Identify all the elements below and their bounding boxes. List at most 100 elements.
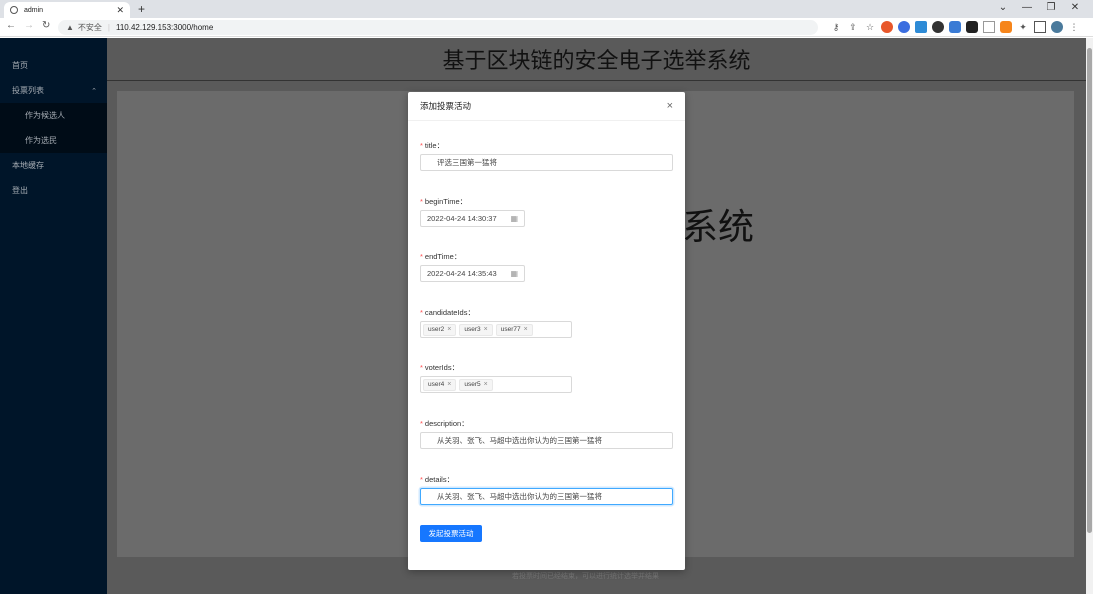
puzzle-icon[interactable]: ✦ <box>1017 21 1029 33</box>
globe-icon <box>10 6 18 14</box>
star-icon[interactable]: ☆ <box>864 21 876 33</box>
sidebar-item-label: 登出 <box>12 186 28 195</box>
sidebar: 首页 投票列表 ⌃ 作为候选人 作为选民 本地缓存 登出 <box>0 38 107 594</box>
sidebar-item-vote-list[interactable]: 投票列表 ⌃ <box>0 78 107 103</box>
required-mark: * <box>420 475 423 484</box>
end-time-picker[interactable]: 2022-04-24 14:35:43 ▦ <box>420 265 525 282</box>
label-suffix: ： <box>451 363 460 372</box>
tab-search-icon[interactable]: ⌄ <box>991 2 1015 13</box>
submit-vote-button[interactable]: 发起投票活动 <box>420 525 482 542</box>
sidepanel-icon[interactable] <box>1034 21 1046 33</box>
description-label: description <box>424 419 462 428</box>
address-bar[interactable]: ▲ 不安全 | 110.42.129.153:3000/home <box>58 20 818 35</box>
background-footer: 若投票时间已经结束，可以进行统计选举并结果 <box>512 573 659 580</box>
sidebar-item-local-cache[interactable]: 本地缓存 <box>0 153 107 178</box>
modal-title: 添加投票活动 <box>420 101 472 111</box>
title-input[interactable]: 评选三国第一猛将 <box>420 154 673 171</box>
details-field: * details： 从关羽、张飞、马超中选出你认为的三国第一猛将 <box>420 474 673 505</box>
end-time-label: endTime <box>424 252 454 261</box>
tab-close-icon[interactable]: ✕ <box>116 5 124 16</box>
browser-tabbar: admin ✕ + ⌄ — ❐ ✕ <box>0 0 1093 18</box>
description-input[interactable]: 从关羽、张飞、马超中选出你认为的三国第一猛将 <box>420 432 673 449</box>
tag-close-icon[interactable]: × <box>447 381 451 388</box>
share-icon[interactable]: ⇪ <box>847 21 859 33</box>
tag-close-icon[interactable]: × <box>484 381 488 388</box>
extension-doc-icon[interactable] <box>983 21 995 33</box>
extensions-bar: ⚷ ⇪ ☆ ✦ ⋮ <box>830 21 1080 33</box>
tab-title: admin <box>24 6 44 14</box>
url-text: 110.42.129.153:3000/home <box>116 23 214 32</box>
title-field: * title： 评选三国第一猛将 <box>420 140 673 171</box>
tag: user77 × <box>495 323 533 336</box>
extension-red-icon[interactable] <box>881 21 893 33</box>
tag-label: user77 <box>500 326 521 333</box>
calendar-icon: ▦ <box>510 269 518 278</box>
extension-shield-icon[interactable] <box>949 21 961 33</box>
details-input[interactable]: 从关羽、张飞、马超中选出你认为的三国第一猛将 <box>420 488 673 505</box>
label-suffix: ： <box>436 141 445 150</box>
scrollbar-thumb[interactable] <box>1087 48 1092 533</box>
required-mark: * <box>420 419 423 428</box>
back-icon[interactable]: ← <box>6 20 16 31</box>
extension-blue-icon[interactable] <box>898 21 910 33</box>
restore-button[interactable]: ❐ <box>1039 2 1063 13</box>
tag-close-icon[interactable]: × <box>484 326 488 333</box>
reload-icon[interactable]: ↻ <box>42 20 50 31</box>
begin-time-label: beginTime <box>424 197 460 206</box>
modal-header: 添加投票活动 × <box>408 92 685 121</box>
candidate-ids-field: * candidateIds： user2 × user3 × user77 × <box>420 307 572 338</box>
key-icon[interactable]: ⚷ <box>830 21 842 33</box>
begin-time-picker[interactable]: 2022-04-24 14:30:37 ▦ <box>420 210 525 227</box>
begin-time-field: * beginTime： 2022-04-24 14:30:37 ▦ <box>420 196 525 227</box>
required-mark: * <box>420 141 423 150</box>
tag-close-icon[interactable]: × <box>524 326 528 333</box>
required-mark: * <box>420 197 423 206</box>
warning-icon: ▲ <box>66 23 74 32</box>
close-window-button[interactable]: ✕ <box>1063 2 1087 13</box>
extension-dark-icon[interactable] <box>932 21 944 33</box>
tag: user5 × <box>459 378 493 391</box>
browser-tab[interactable]: admin ✕ <box>4 2 130 18</box>
end-time-field: * endTime： 2022-04-24 14:35:43 ▦ <box>420 251 525 282</box>
minimize-button[interactable]: — <box>1015 2 1039 13</box>
begin-time-value: 2022-04-24 14:30:37 <box>427 214 497 223</box>
candidate-ids-select[interactable]: user2 × user3 × user77 × <box>420 321 572 338</box>
metamask-icon[interactable] <box>1000 21 1012 33</box>
tag-close-icon[interactable]: × <box>447 326 451 333</box>
sidebar-item-label: 作为选民 <box>25 136 57 145</box>
label-suffix: ： <box>446 475 455 484</box>
background-heading: 系统 <box>682 206 755 247</box>
sidebar-item-label: 作为候选人 <box>25 111 65 120</box>
sidebar-item-home[interactable]: 首页 <box>0 53 107 78</box>
description-field: * description： 从关羽、张飞、马超中选出你认为的三国第一猛将 <box>420 418 673 449</box>
divider: | <box>107 23 110 32</box>
sidebar-submenu: 作为候选人 作为选民 <box>0 103 107 153</box>
forward-icon[interactable]: → <box>24 20 34 31</box>
label-suffix: ： <box>459 197 468 206</box>
new-tab-button[interactable]: + <box>138 2 145 16</box>
menu-icon[interactable]: ⋮ <box>1068 21 1080 33</box>
sidebar-item-as-candidate[interactable]: 作为候选人 <box>0 103 107 128</box>
chevron-up-icon: ⌃ <box>91 87 97 95</box>
sidebar-item-label: 本地缓存 <box>12 161 44 170</box>
label-suffix: ： <box>461 419 469 428</box>
close-icon[interactable]: × <box>667 100 673 112</box>
tag-label: user4 <box>428 381 445 388</box>
add-vote-modal: 添加投票活动 × * title： 评选三国第一猛将 * beginTime： 20… <box>408 92 685 570</box>
sidebar-item-as-voter[interactable]: 作为选民 <box>0 128 107 153</box>
sidebar-item-logout[interactable]: 登出 <box>0 178 107 203</box>
avatar[interactable] <box>1051 21 1063 33</box>
extension-cat-icon[interactable] <box>966 21 978 33</box>
candidate-ids-label: candidateIds <box>424 308 468 317</box>
tag-label: user5 <box>464 381 481 388</box>
tag: user2 × <box>423 323 457 336</box>
sidebar-item-label: 投票列表 <box>12 86 44 95</box>
tag: user4 × <box>423 378 457 391</box>
details-label: details <box>424 475 447 484</box>
voter-ids-select[interactable]: user4 × user5 × <box>420 376 572 393</box>
extension-new-icon[interactable] <box>915 21 927 33</box>
page-title: 基于区块链的安全电子选举系统 <box>107 38 1086 81</box>
voter-ids-field: * voterIds： user4 × user5 × <box>420 362 572 393</box>
label-suffix: ： <box>453 252 462 261</box>
calendar-icon: ▦ <box>510 214 518 223</box>
